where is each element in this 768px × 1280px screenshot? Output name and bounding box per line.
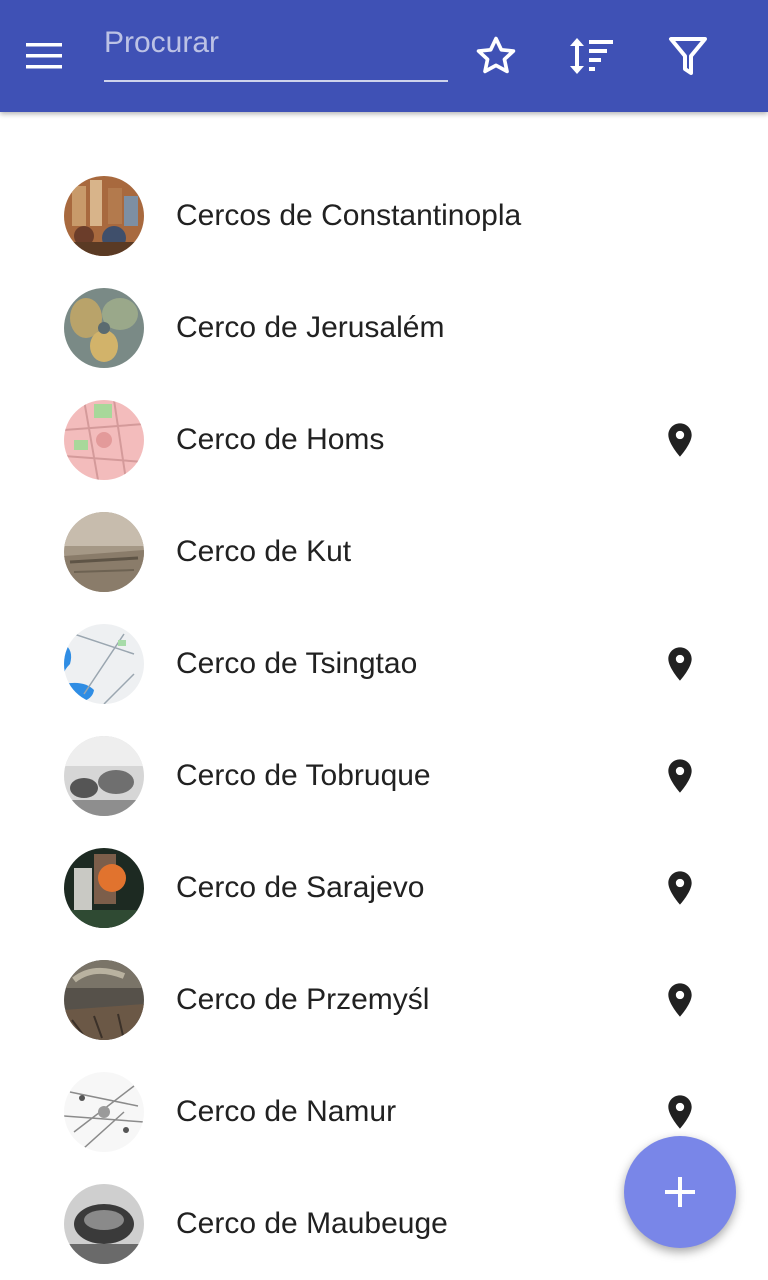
- avatar-thumbnail: [64, 176, 144, 256]
- list-item-label: Cerco de Jerusalém: [176, 311, 445, 344]
- filter-button[interactable]: [660, 28, 716, 84]
- add-icon: [665, 1177, 695, 1207]
- avatar-thumbnail: [64, 1072, 144, 1152]
- list-item-label: Cerco de Namur: [176, 1095, 397, 1128]
- list-item-label: Cerco de Przemyśl: [176, 983, 430, 1016]
- avatar-thumbnail: [64, 624, 144, 704]
- list-item[interactable]: Cerco de Jerusalém: [0, 272, 768, 384]
- location-pin-icon[interactable]: [660, 1092, 700, 1132]
- list-item-label: Cerco de Tsingtao: [176, 647, 418, 680]
- avatar-thumbnail: [64, 848, 144, 928]
- location-pin-icon[interactable]: [660, 644, 700, 684]
- star-outline-icon: [476, 36, 516, 74]
- menu-icon: [26, 43, 62, 69]
- siege-list: Cercos de Constantinopla Cerco de Jerusa…: [0, 160, 768, 1280]
- avatar-thumbnail: [64, 512, 144, 592]
- location-pin-icon[interactable]: [660, 868, 700, 908]
- location-pin-icon[interactable]: [660, 980, 700, 1020]
- list-item[interactable]: Cerco de Tobruque: [0, 720, 768, 832]
- avatar-thumbnail: [64, 400, 144, 480]
- avatar-thumbnail: [64, 960, 144, 1040]
- search-field: [104, 20, 448, 82]
- list-item[interactable]: Cerco de Homs: [0, 384, 768, 496]
- location-pin-icon[interactable]: [660, 420, 700, 460]
- list-item[interactable]: Cerco de Przemyśl: [0, 944, 768, 1056]
- add-button[interactable]: [624, 1136, 736, 1248]
- sort-icon: [570, 38, 613, 74]
- app-bar: [0, 0, 768, 112]
- list-item-label: Cerco de Kut: [176, 535, 352, 568]
- list-item-label: Cerco de Tobruque: [176, 759, 431, 792]
- menu-button[interactable]: [26, 32, 86, 80]
- avatar-thumbnail: [64, 288, 144, 368]
- location-pin-icon[interactable]: [660, 756, 700, 796]
- list-item-label: Cerco de Maubeuge: [176, 1207, 448, 1240]
- avatar-thumbnail: [64, 736, 144, 816]
- list-item[interactable]: Cerco de Tsingtao: [0, 608, 768, 720]
- filter-icon: [669, 37, 707, 75]
- avatar-thumbnail: [64, 1184, 144, 1264]
- list-item-label: Cerco de Sarajevo: [176, 871, 425, 904]
- list-item[interactable]: Cerco de Kut: [0, 496, 768, 608]
- list-item-label: Cerco de Homs: [176, 423, 385, 456]
- favorites-button[interactable]: [468, 28, 524, 84]
- list-item[interactable]: Cercos de Constantinopla: [0, 160, 768, 272]
- list-item-label: Cercos de Constantinopla: [176, 199, 522, 232]
- search-input[interactable]: [104, 20, 448, 80]
- sort-button[interactable]: [563, 28, 619, 84]
- list-item[interactable]: Cerco de Sarajevo: [0, 832, 768, 944]
